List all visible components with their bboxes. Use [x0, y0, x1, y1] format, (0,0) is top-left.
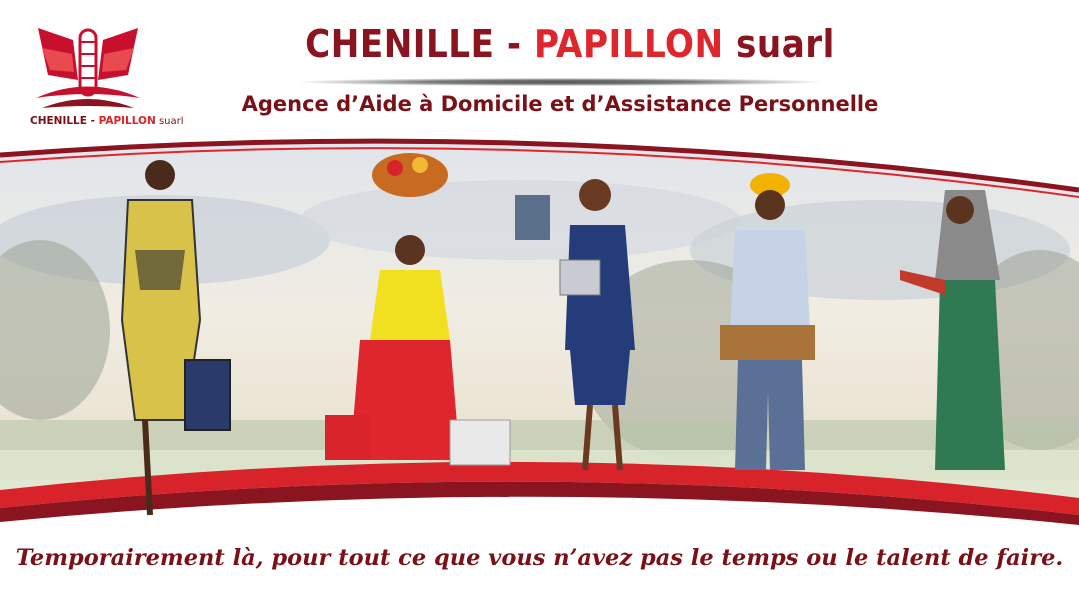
title-divider: [300, 78, 820, 86]
logo-caption: CHENILLE - PAPILLON suarl: [30, 115, 184, 127]
butterfly-logo-icon: [36, 28, 140, 108]
company-name: CHENILLE - PAPILLON suarl: [305, 22, 835, 66]
page-subtitle: Agence d’Aide à Domicile et d’Assistance…: [241, 92, 879, 116]
header: CHENILLE - PAPILLON suarl CHENILLE - PAP…: [0, 0, 1079, 140]
hero-banner: [0, 138, 1079, 525]
tagline: Temporairement là, pour tout ce que vous…: [15, 545, 1064, 571]
